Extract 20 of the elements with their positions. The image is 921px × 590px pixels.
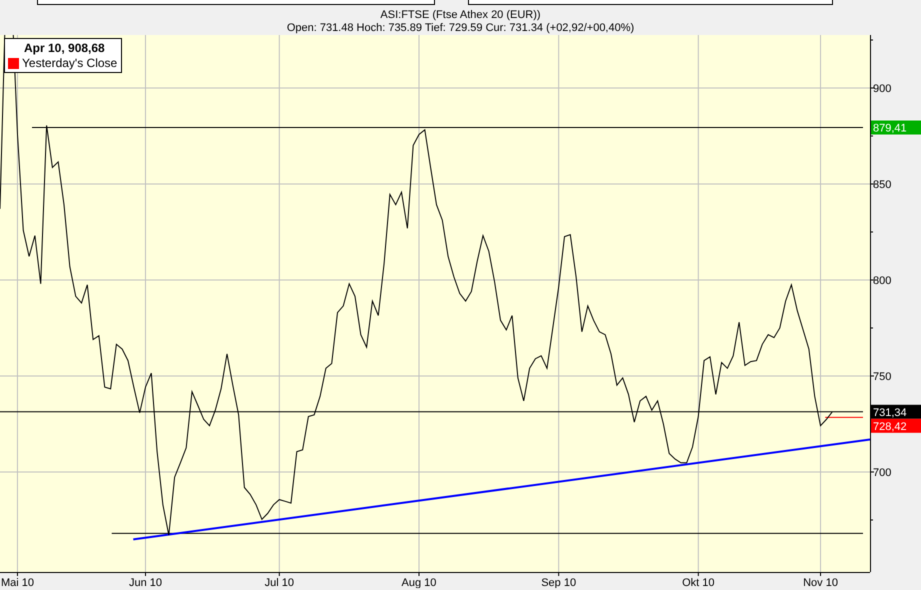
- axis-label: Sep 10: [541, 577, 576, 588]
- chart-title: ASI:FTSE (Ftse Athex 20 (EUR)): [379, 8, 542, 22]
- price-tag: 731,34: [871, 404, 921, 419]
- axis-label: 850: [873, 178, 892, 191]
- axis-label: Jun 10: [128, 577, 162, 588]
- axis-label: 900: [873, 83, 892, 95]
- quote-line: Open: 731.48 Hoch: 735.89 Tief: 729.59 Cur: 731.34 (+02,92/+00,40%): [286, 22, 636, 35]
- legend-label: Yesterday's Close: [22, 56, 118, 71]
- horizontal-line: [824, 416, 864, 418]
- price-tag: 728,42: [871, 418, 921, 433]
- axis-label: Jul 10: [264, 577, 294, 588]
- axis-label: Okt 10: [682, 577, 715, 588]
- axis-label: 750: [873, 370, 892, 383]
- axis-label: 700: [873, 466, 892, 479]
- axis-label: Mai 10: [0, 577, 34, 588]
- price-tag: 879,41: [871, 120, 921, 135]
- legend-title: Apr 10, 908,68: [23, 41, 106, 56]
- axis-label: 800: [873, 274, 892, 287]
- axis-label: Nov 10: [803, 577, 838, 588]
- axis-label: Aug 10: [402, 577, 436, 588]
